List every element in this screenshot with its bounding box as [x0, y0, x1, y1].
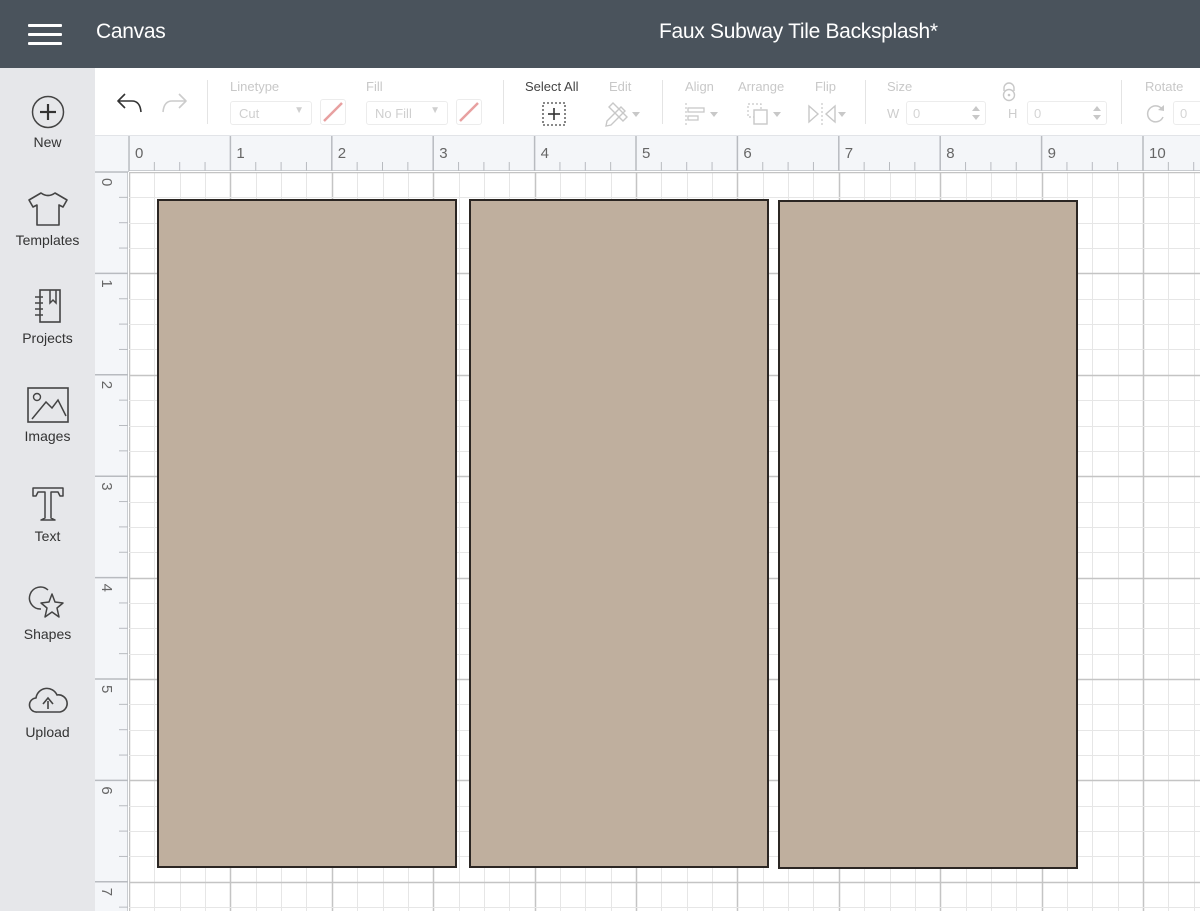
- text-t-icon: [31, 487, 64, 521]
- rotate-input[interactable]: 0: [1173, 101, 1200, 125]
- undo-icon[interactable]: [115, 90, 145, 116]
- document-title[interactable]: Faux Subway Tile Backsplash*: [659, 20, 938, 44]
- select-all-icon[interactable]: [541, 101, 567, 127]
- sidebar-label: Shapes: [23, 626, 72, 642]
- select-all-label: Select All: [525, 79, 579, 94]
- redo-icon[interactable]: [159, 90, 189, 116]
- arrange-label: Arrange: [738, 79, 785, 94]
- sidebar-label: Text: [34, 528, 61, 544]
- fill-value: No Fill: [375, 106, 412, 121]
- ruler-corner: [95, 136, 129, 172]
- toolbar-separator: [1121, 80, 1122, 124]
- horizontal-ruler: [95, 136, 1200, 171]
- height-stepper-icon[interactable]: [1091, 103, 1103, 123]
- menu-line: [28, 33, 62, 36]
- width-stepper-icon[interactable]: [970, 103, 982, 123]
- image-icon: [26, 387, 69, 423]
- align-icon[interactable]: [683, 101, 723, 127]
- no-color-slash-icon: [323, 102, 343, 122]
- arrange-icon[interactable]: [745, 101, 785, 127]
- fill-select[interactable]: No Fill ▼: [366, 101, 448, 125]
- linetype-select[interactable]: Cut ▼: [230, 101, 312, 125]
- sidebar-item-new[interactable]: New: [0, 94, 95, 184]
- width-value: 0: [913, 106, 921, 121]
- cloud-upload-icon: [28, 687, 68, 713]
- plus-circle-icon: [31, 95, 64, 129]
- sidebar-label: Templates: [15, 232, 80, 248]
- linetype-color-swatch[interactable]: [320, 99, 346, 125]
- sidebar-item-images[interactable]: Images: [0, 386, 95, 476]
- height-label: H: [1008, 106, 1018, 121]
- hamburger-menu-icon[interactable]: [28, 22, 64, 46]
- tile-rectangle[interactable]: [778, 200, 1078, 869]
- sidebar-item-upload[interactable]: Upload: [0, 684, 95, 774]
- tile-rectangle[interactable]: [469, 199, 769, 868]
- sidebar-item-templates[interactable]: Templates: [0, 190, 95, 280]
- rotate-icon: [1146, 105, 1164, 123]
- edit-label: Edit: [609, 79, 632, 94]
- menu-line: [28, 42, 62, 45]
- tshirt-icon: [27, 192, 68, 226]
- sidebar: New Templates Projects Images Text Shape…: [0, 68, 95, 911]
- sidebar-label: New: [33, 134, 62, 150]
- toolbar-separator: [662, 80, 663, 124]
- flip-label: Flip: [815, 79, 836, 94]
- flip-icon[interactable]: [806, 101, 848, 127]
- sidebar-label: Images: [24, 428, 71, 444]
- sidebar-item-text[interactable]: Text: [0, 484, 95, 574]
- tile-rectangle[interactable]: [157, 199, 457, 868]
- toolbar-separator: [865, 80, 866, 124]
- notebook-icon: [34, 289, 61, 323]
- dropdown-arrow-icon: ▼: [294, 105, 304, 116]
- app-title: Canvas: [96, 20, 166, 43]
- width-label: W: [887, 106, 900, 121]
- top-bar: Canvas Faux Subway Tile Backsplash*: [0, 0, 1200, 68]
- fill-color-swatch[interactable]: [456, 99, 482, 125]
- no-color-slash-icon: [459, 102, 479, 122]
- lock-icon[interactable]: [1000, 82, 1018, 102]
- sidebar-label: Upload: [25, 724, 70, 740]
- height-value: 0: [1034, 106, 1042, 121]
- edit-pencil-ruler-icon[interactable]: [603, 101, 643, 127]
- sidebar-item-projects[interactable]: Projects: [0, 288, 95, 378]
- rotate-value: 0: [1180, 106, 1188, 121]
- menu-line: [28, 24, 62, 27]
- sidebar-item-shapes[interactable]: Shapes: [0, 584, 95, 674]
- dropdown-arrow-icon: ▼: [430, 105, 440, 116]
- toolbar-separator: [503, 80, 504, 124]
- linetype-label: Linetype: [230, 79, 280, 94]
- size-label: Size: [887, 79, 913, 94]
- toolbar: Linetype Cut ▼ Fill No Fill ▼ Select All…: [95, 68, 1200, 136]
- rotate-label: Rotate: [1145, 79, 1184, 94]
- vertical-ruler: [95, 136, 128, 911]
- linetype-value: Cut: [239, 106, 260, 121]
- shapes-icon: [28, 586, 64, 618]
- toolbar-separator: [207, 80, 208, 124]
- align-label: Align: [685, 79, 714, 94]
- fill-label: Fill: [366, 79, 383, 94]
- design-canvas[interactable]: [129, 172, 1200, 911]
- sidebar-label: Projects: [22, 330, 73, 346]
